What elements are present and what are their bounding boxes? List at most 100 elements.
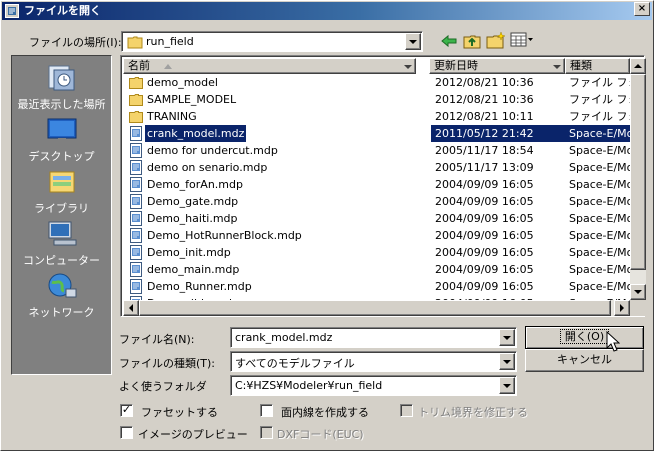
file-type: Space-E/Mo bbox=[569, 280, 630, 293]
filename-label: ファイル名(N): bbox=[119, 333, 195, 346]
model-file-icon bbox=[130, 126, 142, 141]
location-dropdown[interactable]: run_field bbox=[121, 31, 423, 52]
model-file-icon bbox=[130, 211, 142, 226]
file-name: demo on senario.mdp bbox=[147, 161, 268, 174]
chevron-down-icon bbox=[409, 40, 417, 44]
filename-dropdown-button[interactable] bbox=[499, 329, 515, 346]
table-row[interactable]: demo_main.mdp 2004/09/09 16:05 Space-E/Mo bbox=[123, 261, 630, 278]
scroll-down-button[interactable] bbox=[630, 284, 646, 300]
open-button[interactable]: 開く(O) bbox=[525, 326, 644, 349]
filename-value: crank_model.mdz bbox=[235, 331, 333, 344]
trim-checkbox[interactable] bbox=[400, 404, 413, 417]
model-file-icon bbox=[130, 262, 142, 277]
place-desktop[interactable]: デスクトップ bbox=[12, 114, 111, 164]
file-name: demo_model bbox=[147, 76, 218, 89]
app-icon bbox=[5, 4, 19, 18]
file-rows: demo_model2012/08/21 10:36ファイル フォルSAMPLE… bbox=[121, 56, 630, 300]
check-mark-icon: ✓ bbox=[121, 403, 132, 416]
model-file-icon bbox=[130, 279, 142, 294]
file-list: 名前 更新日時 種類 demo_model 2012/08/21 10:36 ファイ… bbox=[120, 55, 646, 317]
place-libraries[interactable]: ライブラリ bbox=[12, 166, 111, 216]
facet-checkbox[interactable]: ✓ bbox=[120, 404, 133, 417]
file-date: 2004/09/09 16:05 bbox=[435, 263, 534, 276]
chevron-down-icon bbox=[634, 290, 642, 294]
folder-icon bbox=[127, 36, 143, 49]
back-icon[interactable] bbox=[440, 32, 458, 50]
file-type: Space-E/Mo bbox=[569, 178, 630, 191]
place-recent[interactable]: 最近表示した場所 bbox=[12, 62, 111, 112]
innerlines-checkbox[interactable] bbox=[260, 404, 273, 417]
desktop-icon bbox=[47, 118, 77, 141]
filetype-dropdown-button[interactable] bbox=[499, 353, 515, 370]
table-row[interactable]: Demo_Runner.mdp 2004/09/09 16:05 Space-E/M… bbox=[123, 278, 630, 295]
filetype-value: すべてのモデルファイル bbox=[235, 357, 355, 370]
location-dropdown-button[interactable] bbox=[405, 33, 421, 50]
cancel-button[interactable]: キャンセル bbox=[525, 349, 644, 372]
table-row[interactable]: crank_model.mdz 2011/05/12 21:42 Space-E/M… bbox=[123, 124, 630, 143]
model-file-icon bbox=[130, 160, 142, 175]
scroll-left-button[interactable] bbox=[123, 300, 139, 316]
places-bar: 最近表示した場所 デスクトップ ライブラリ コンピューター ネットワーク bbox=[11, 55, 112, 375]
new-folder-icon[interactable] bbox=[486, 31, 506, 50]
file-type: Space-E/Mo bbox=[569, 161, 630, 174]
favorites-dropdown-button[interactable] bbox=[499, 377, 515, 394]
scroll-right-button[interactable] bbox=[614, 300, 630, 316]
window-title: ファイルを開く bbox=[24, 4, 101, 17]
place-label: ライブラリ bbox=[34, 202, 89, 215]
up-folder-icon[interactable] bbox=[463, 32, 481, 50]
dxf-checkbox[interactable] bbox=[260, 426, 273, 439]
file-date: 2004/09/09 16:05 bbox=[435, 229, 534, 242]
table-row[interactable]: Demo_haiti.mdp 2004/09/09 16:05 Space-E/Mo bbox=[123, 210, 630, 227]
filetype-select[interactable]: すべてのモデルファイル bbox=[230, 351, 517, 372]
file-name: Demo_init.mdp bbox=[147, 246, 231, 259]
close-icon: × bbox=[637, 3, 647, 14]
dxf-label: DXFコード(EUC) bbox=[277, 428, 364, 441]
recent-places-icon bbox=[48, 65, 75, 91]
chevron-down-icon bbox=[503, 384, 511, 388]
file-type: Space-E/Mo bbox=[569, 229, 630, 242]
scroll-up-button[interactable] bbox=[630, 58, 646, 74]
table-row[interactable]: Demo_forAn.mdp 2004/09/09 16:05 Space-E/Mo bbox=[123, 176, 630, 193]
file-date: 2004/09/09 16:05 bbox=[435, 246, 534, 259]
file-date: 2004/09/09 16:05 bbox=[435, 178, 534, 191]
table-row[interactable]: demo for undercut.mdp 2005/11/17 18:54 Spa… bbox=[123, 142, 630, 159]
file-name: Demo_forAn.mdp bbox=[147, 178, 243, 191]
title-bar[interactable]: ファイルを開く bbox=[2, 2, 652, 20]
file-date: 2012/08/21 10:11 bbox=[435, 110, 534, 123]
place-network[interactable]: ネットワーク bbox=[12, 270, 111, 320]
hscroll-thumb[interactable] bbox=[139, 300, 611, 316]
favorites-select[interactable]: C:¥HZS¥Modeler¥run_field bbox=[230, 375, 517, 396]
horizontal-scrollbar[interactable] bbox=[123, 300, 630, 316]
computer-icon bbox=[48, 221, 77, 246]
close-button[interactable]: × bbox=[634, 2, 650, 16]
table-row[interactable]: Demo_HotRunnerBlock.mdp 2004/09/09 16:05 S… bbox=[123, 227, 630, 244]
file-type: Space-E/Mo bbox=[569, 263, 630, 276]
file-name: demo for undercut.mdp bbox=[147, 144, 278, 157]
table-row[interactable]: Demo_init.mdp 2004/09/09 16:05 Space-E/Mo bbox=[123, 244, 630, 261]
model-file-icon bbox=[130, 194, 142, 209]
facet-label: ファセットする bbox=[141, 406, 218, 419]
filetype-label: ファイルの種類(T): bbox=[119, 357, 216, 370]
place-label: コンピューター bbox=[23, 254, 100, 267]
vertical-scrollbar[interactable] bbox=[630, 58, 646, 300]
table-row[interactable]: demo_model 2012/08/21 10:36 ファイル フォル bbox=[123, 74, 630, 91]
view-menu-icon[interactable] bbox=[510, 32, 534, 48]
cancel-button-label: キャンセル bbox=[557, 353, 612, 366]
table-row[interactable]: demo on senario.mdp 2005/11/17 13:09 Space… bbox=[123, 159, 630, 176]
file-name: SAMPLE_MODEL bbox=[147, 93, 237, 106]
model-file-icon bbox=[130, 143, 142, 158]
file-type: ファイル フォル bbox=[569, 110, 630, 123]
table-row[interactable]: SAMPLE_MODEL 2012/08/21 10:36 ファイル フォル bbox=[123, 91, 630, 108]
libraries-icon bbox=[49, 171, 75, 193]
file-name: Demo_Runner.mdp bbox=[147, 280, 252, 293]
table-row[interactable]: TRANING 2012/08/21 10:11 ファイル フォル bbox=[123, 108, 630, 125]
table-row[interactable]: Demo_gate.mdp 2004/09/09 16:05 Space-E/Mo bbox=[123, 193, 630, 210]
preview-checkbox[interactable] bbox=[120, 426, 133, 439]
file-date: 2011/05/12 21:42 bbox=[431, 125, 567, 142]
chevron-right-icon bbox=[620, 304, 624, 312]
filename-input[interactable]: crank_model.mdz bbox=[230, 327, 517, 348]
place-computer[interactable]: コンピューター bbox=[12, 218, 111, 268]
file-name: Demo_HotRunnerBlock.mdp bbox=[147, 229, 302, 242]
file-name: TRANING bbox=[147, 110, 197, 123]
scroll-thumb[interactable] bbox=[630, 74, 646, 270]
